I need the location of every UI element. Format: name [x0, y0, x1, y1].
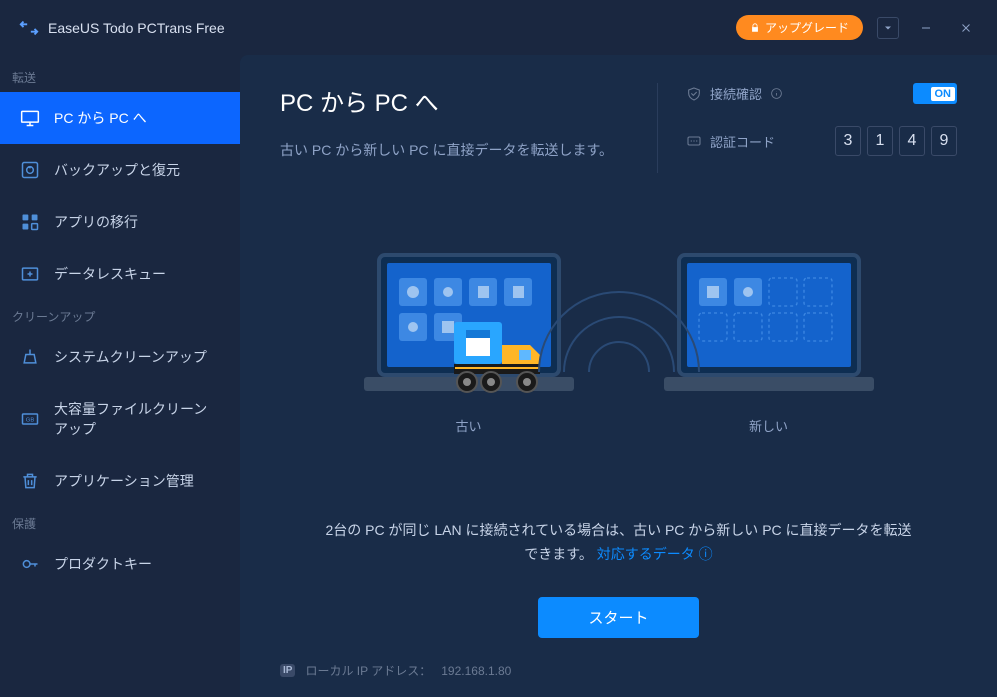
key-icon: [20, 554, 40, 574]
footer: IP ローカル IP アドレス： 192.168.1.80: [280, 662, 957, 679]
minimize-button[interactable]: [913, 15, 939, 41]
ip-badge: IP: [280, 664, 295, 677]
close-icon: [960, 22, 972, 34]
ip-value: 192.168.1.80: [441, 664, 511, 678]
old-laptop-icon: PCT: [359, 250, 579, 400]
auth-code-digit: 3: [835, 126, 861, 156]
sidebar-item-app-manage[interactable]: アプリケーション管理: [0, 455, 240, 507]
sidebar-item-label: PC から PC へ: [54, 108, 147, 128]
sidebar-item-system-cleanup[interactable]: システムクリーンアップ: [0, 331, 240, 383]
toggle-on-label: ON: [931, 87, 956, 101]
app-logo-icon: [18, 17, 40, 39]
connect-check-toggle[interactable]: ON: [913, 83, 957, 104]
upgrade-label: アップグレード: [765, 19, 849, 36]
sidebar: 転送 PC から PC へ バックアップと復元 アプリの移行 データレスキュー …: [0, 55, 240, 697]
trash-icon: [20, 471, 40, 491]
upgrade-button[interactable]: アップグレード: [736, 15, 863, 40]
sidebar-item-label: データレスキュー: [54, 264, 166, 284]
storage-icon: GB: [20, 409, 40, 429]
description: 2台の PC が同じ LAN に接続されている場合は、古い PC から新しい P…: [280, 511, 957, 567]
sidebar-item-label: プロダクトキー: [54, 554, 152, 574]
old-pc-label: 古い: [455, 416, 481, 435]
titlebar: EaseUS Todo PCTrans Free アップグレード: [0, 0, 997, 55]
connect-check-label: 接続確認: [710, 84, 762, 103]
sidebar-item-label: アプリケーション管理: [54, 471, 194, 491]
info-icon[interactable]: [770, 87, 783, 100]
start-button[interactable]: スタート: [538, 597, 698, 638]
auth-code-cells: 3 1 4 9: [835, 126, 957, 156]
auth-code-digit: 4: [899, 126, 925, 156]
page-subtitle: 古い PC から新しい PC に直接データを転送します。: [280, 140, 657, 160]
sidebar-item-app-migrate[interactable]: アプリの移行: [0, 196, 240, 248]
rescue-icon: [20, 264, 40, 284]
new-laptop-icon: [659, 250, 879, 400]
supported-data-link[interactable]: 対応するデータ ⓘ: [597, 546, 713, 562]
sidebar-item-product-key[interactable]: プロダクトキー: [0, 538, 240, 590]
svg-text:GB: GB: [26, 418, 35, 424]
new-pc: 新しい: [659, 250, 879, 435]
sidebar-item-label: 大容量ファイルクリーンアップ: [54, 399, 220, 439]
old-pc: PCT 古い: [359, 250, 579, 435]
page-title: PC から PC へ: [280, 83, 657, 118]
minimize-icon: [920, 22, 932, 34]
app-logo: EaseUS Todo PCTrans Free: [18, 17, 225, 39]
sidebar-item-data-rescue[interactable]: データレスキュー: [0, 248, 240, 300]
ip-label: ローカル IP アドレス：: [305, 662, 431, 679]
main-panel: PC から PC へ 古い PC から新しい PC に直接データを転送します。 …: [240, 55, 997, 697]
sidebar-section-transfer: 転送: [0, 61, 240, 92]
sidebar-section-cleanup: クリーンアップ: [0, 300, 240, 331]
app-title: EaseUS Todo PCTrans Free: [48, 20, 225, 36]
sidebar-item-label: システムクリーンアップ: [54, 347, 207, 367]
sidebar-item-backup[interactable]: バックアップと復元: [0, 144, 240, 196]
auth-code-label: 認証コード: [710, 132, 775, 151]
apps-icon: [20, 212, 40, 232]
new-pc-label: 新しい: [749, 416, 788, 435]
refresh-icon: [20, 160, 40, 180]
auth-code-digit: 9: [931, 126, 957, 156]
sidebar-section-protect: 保護: [0, 507, 240, 538]
sidebar-item-label: アプリの移行: [54, 212, 138, 232]
lock-icon: [750, 23, 760, 33]
code-icon: [686, 133, 702, 149]
sidebar-item-pc-to-pc[interactable]: PC から PC へ: [0, 92, 240, 144]
chevron-down-icon: [882, 22, 894, 34]
auth-code-digit: 1: [867, 126, 893, 156]
broom-icon: [20, 347, 40, 367]
illustration: PCT 古い: [280, 173, 957, 511]
monitor-icon: [20, 108, 40, 128]
close-button[interactable]: [953, 15, 979, 41]
shield-check-icon: [686, 86, 702, 102]
sidebar-item-large-file-cleanup[interactable]: GB 大容量ファイルクリーンアップ: [0, 383, 240, 455]
sidebar-item-label: バックアップと復元: [54, 160, 180, 180]
dropdown-button[interactable]: [877, 17, 899, 39]
